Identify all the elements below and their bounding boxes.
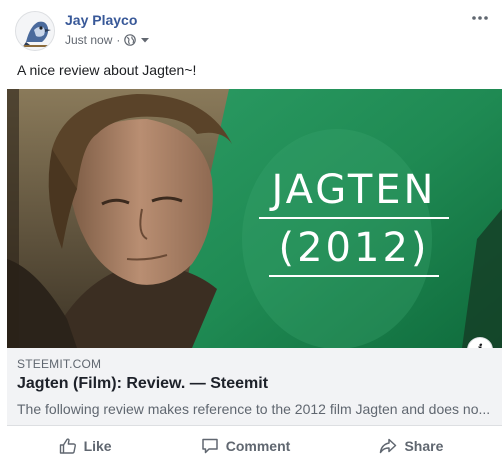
- post-meta: Just now ·: [65, 33, 151, 47]
- poster-title: JAGTEN (2012): [239, 167, 469, 277]
- bird-avatar-icon: [16, 12, 54, 50]
- author-name[interactable]: Jay Playco: [65, 12, 137, 28]
- comment-label: Comment: [225, 437, 291, 454]
- link-preview-card[interactable]: STEEMIT.COM Jagten (Film): Review. — Ste…: [7, 348, 502, 426]
- more-dots-icon: [472, 16, 488, 20]
- poster-underline-2: [269, 275, 439, 277]
- post-actions: Like Comment Share: [14, 429, 488, 462]
- share-button[interactable]: Share: [379, 437, 443, 455]
- link-description: The following review makes reference to …: [17, 401, 491, 417]
- link-preview-image[interactable]: JAGTEN (2012): [7, 89, 502, 348]
- meta-separator: ·: [116, 33, 121, 47]
- thumbs-up-icon: [59, 437, 76, 454]
- poster-underline: [259, 217, 449, 219]
- poster-title-line1: JAGTEN: [271, 167, 437, 213]
- facebook-post: Jay Playco Just now · A nice review abou…: [0, 0, 502, 462]
- like-label: Like: [83, 437, 112, 454]
- link-domain: STEEMIT.COM: [17, 357, 102, 371]
- share-arrow-icon: [380, 438, 397, 453]
- more-options-button[interactable]: [468, 8, 492, 28]
- like-button[interactable]: Like: [59, 437, 112, 455]
- chevron-down-icon[interactable]: [139, 34, 151, 46]
- link-title[interactable]: Jagten (Film): Review. — Steemit: [17, 375, 268, 393]
- avatar[interactable]: [15, 11, 55, 51]
- share-label: Share: [404, 437, 444, 454]
- timestamp[interactable]: Just now: [65, 33, 112, 47]
- comment-icon: [202, 438, 218, 453]
- comment-button[interactable]: Comment: [201, 437, 291, 455]
- globe-icon: [124, 34, 137, 46]
- post-message: A nice review about Jagten~!: [17, 62, 197, 78]
- poster-title-line2: (2012): [278, 225, 430, 271]
